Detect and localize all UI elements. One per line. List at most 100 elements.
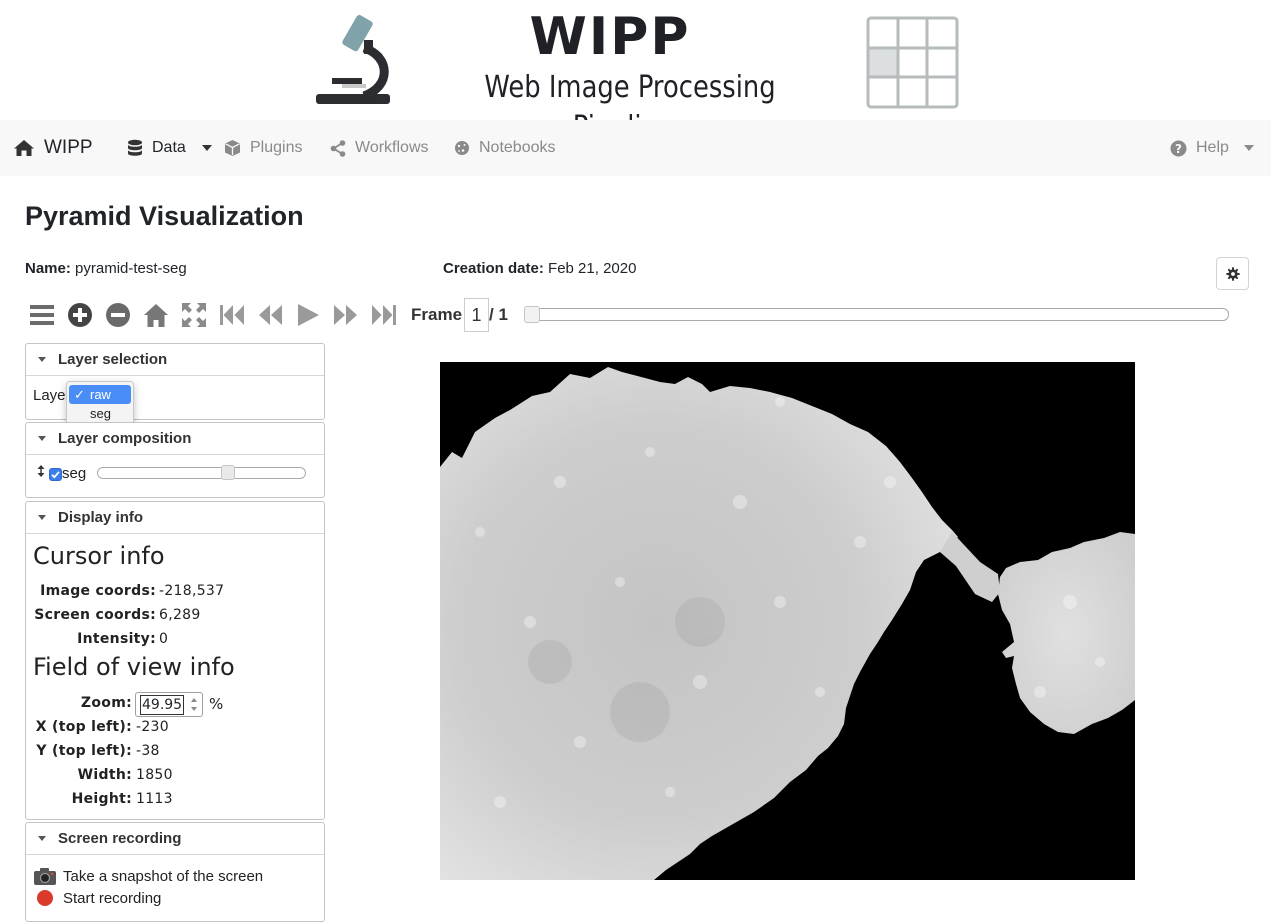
zoom-unit: %: [209, 695, 224, 713]
creation-date: Creation date: Feb 21, 2020: [443, 260, 636, 277]
frame-label: Frame: [411, 305, 463, 324]
home-view-button[interactable]: [141, 300, 171, 330]
zoom-in-icon: [68, 303, 92, 327]
x-top-left-value: -230: [136, 719, 169, 735]
fov-height-value: 1113: [136, 791, 173, 807]
settings-button[interactable]: [1216, 257, 1249, 290]
zoom-input[interactable]: 49.95: [140, 695, 184, 715]
nav-workflows[interactable]: Workflows: [330, 120, 429, 176]
grid-logo-icon: [866, 16, 959, 109]
last-frame-button[interactable]: [369, 300, 399, 330]
layer-opacity-handle[interactable]: [221, 465, 235, 480]
home-icon: [14, 140, 34, 156]
fullscreen-button[interactable]: [179, 300, 209, 330]
checkmark-icon: ✓: [74, 387, 85, 402]
nav-notebooks[interactable]: Notebooks: [454, 120, 556, 176]
zoom-out-icon: [106, 303, 130, 327]
nav-help-label: Help: [1196, 139, 1229, 156]
cube-icon: [225, 140, 240, 156]
layer-select-dropdown[interactable]: ✓ raw seg: [66, 381, 134, 427]
x-top-left-label: X (top left):: [35, 719, 132, 735]
skip-to-last-icon: [372, 305, 396, 325]
previous-frame-button[interactable]: [255, 300, 285, 330]
collapse-triangle-icon: [38, 436, 46, 441]
screen-recording-panel: Screen recording Take a snapshot of the …: [25, 822, 325, 922]
fov-height-label: Height:: [71, 791, 132, 807]
layer-option-seg[interactable]: seg: [69, 404, 131, 423]
skip-to-first-icon: [220, 305, 244, 325]
pyramid-image-viewer[interactable]: [440, 362, 1135, 880]
fov-width-label: Width:: [77, 767, 132, 783]
chevron-down-icon: [1243, 145, 1254, 151]
drag-handle-icon[interactable]: [37, 465, 45, 477]
nav-data-label: Data: [152, 139, 186, 156]
chevron-down-icon: [201, 145, 212, 151]
microscopy-image: [440, 362, 1135, 880]
intensity-label: Intensity:: [77, 631, 156, 647]
fov-info-heading: Field of view info: [33, 653, 235, 681]
play-icon: [298, 304, 319, 326]
camera-icon: [34, 868, 56, 885]
record-label: Start recording: [63, 889, 162, 907]
layer-option-label: raw: [90, 387, 111, 402]
layer-label: Laye: [33, 387, 66, 404]
question-circle-icon: ?: [1170, 140, 1187, 156]
snapshot-action[interactable]: Take a snapshot of the screen: [33, 865, 263, 887]
rewind-icon: [259, 305, 282, 325]
nav-brand[interactable]: WIPP: [13, 120, 93, 176]
cookie-icon: [455, 141, 469, 155]
screen-recording-header[interactable]: Screen recording: [26, 823, 324, 855]
spinner-arrows-icon[interactable]: [188, 695, 200, 714]
collapse-triangle-icon: [38, 515, 46, 520]
collapse-triangle-icon: [38, 357, 46, 362]
top-navbar: WIPP Data Plugins Workflows Notebooks ? …: [0, 120, 1271, 176]
y-top-left-value: -38: [136, 743, 160, 759]
frame-total: / 1: [489, 305, 508, 324]
fov-width-value: 1850: [136, 767, 173, 783]
y-top-left-label: Y (top left):: [36, 743, 132, 759]
layer-selection-header[interactable]: Layer selection: [26, 344, 324, 376]
name-label: Name:: [25, 260, 71, 277]
date-label: Creation date:: [443, 260, 544, 277]
home-icon: [144, 304, 168, 327]
hamburger-menu-icon: [30, 305, 54, 325]
layer-name: seg: [62, 465, 87, 482]
start-recording-action[interactable]: Start recording: [36, 887, 161, 909]
collapse-triangle-icon: [38, 836, 46, 841]
snapshot-label: Take a snapshot of the screen: [63, 867, 264, 885]
nav-plugins[interactable]: Plugins: [224, 120, 302, 176]
banner: WIPP Web Image Processing Pipelines: [0, 0, 1271, 145]
frame-input[interactable]: 1: [464, 298, 489, 332]
frame-slider-handle[interactable]: [524, 306, 540, 323]
screen-recording-title: Screen recording: [58, 830, 182, 847]
nav-brand-label: WIPP: [44, 137, 93, 158]
intensity-value: 0: [159, 631, 169, 647]
zoom-out-button[interactable]: [103, 300, 133, 330]
display-info-header[interactable]: Display info: [26, 502, 324, 534]
layer-composition-header[interactable]: Layer composition: [26, 423, 324, 455]
zoom-in-button[interactable]: [65, 300, 95, 330]
image-coords-label: Image coords:: [40, 583, 156, 599]
layer-opacity-slider[interactable]: [97, 467, 306, 479]
zoom-label: Zoom:: [80, 695, 132, 711]
layer-option-label: seg: [90, 406, 111, 421]
first-frame-button[interactable]: [217, 300, 247, 330]
layer-visible-checkbox[interactable]: [49, 468, 62, 481]
screen-coords-value: 6,289: [159, 607, 201, 623]
layer-option-raw[interactable]: ✓ raw: [69, 385, 131, 404]
banner-title: WIPP: [529, 7, 691, 67]
svg-text:?: ?: [1175, 142, 1182, 156]
nav-workflows-label: Workflows: [355, 139, 429, 156]
play-button[interactable]: [293, 300, 323, 330]
zoom-field[interactable]: 49.95: [135, 692, 203, 717]
fullscreen-icon: [182, 303, 206, 327]
gear-icon: [1225, 266, 1240, 281]
frame-slider[interactable]: [524, 308, 1229, 321]
nav-data[interactable]: Data: [127, 120, 212, 176]
database-icon: [128, 139, 142, 156]
nav-help[interactable]: ? Help: [1170, 120, 1254, 176]
page-title: Pyramid Visualization: [25, 201, 304, 231]
menu-toggle-button[interactable]: [27, 300, 57, 330]
next-frame-button[interactable]: [331, 300, 361, 330]
image-coords-value: -218,537: [159, 583, 225, 599]
